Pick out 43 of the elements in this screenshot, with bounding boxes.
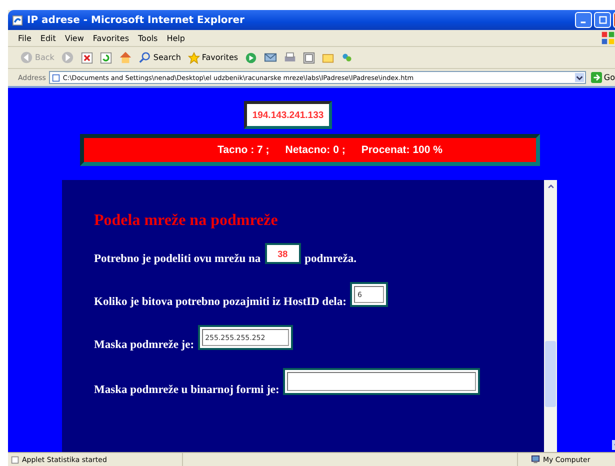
maximize-icon [598,16,606,24]
menu-item[interactable]: File [18,34,32,42]
score-text: Procenat: 100 % [361,144,442,156]
favorites-button[interactable]: Favorites [186,52,240,64]
question-text: Maska podmreže u binarnoj formi je: [94,384,280,397]
mail-button[interactable] [262,51,280,64]
refresh-button[interactable] [98,52,114,64]
window-title: IP adrese - Microsoft Internet Explorer [27,14,246,26]
edit-button[interactable] [301,52,318,64]
chevron-up-icon[interactable] [546,183,554,191]
score-text: Tacno : 7 ; [218,144,270,156]
windows-logo-icon [601,31,615,45]
computer-icon [531,455,540,464]
question-text: podmreža. [304,253,356,266]
scrollbar[interactable] [544,180,557,452]
question-text: Maska podmreže je: [94,339,194,352]
question-text: Potrebno je podeliti ovu mrežu na [94,253,261,266]
value-box: 38 [264,243,301,264]
section-heading: Podela mreže na podmreže [94,212,279,230]
minimize-button[interactable] [575,12,592,28]
menu-item[interactable]: View [64,34,84,42]
dropdown-icon[interactable] [574,73,584,82]
menu-item[interactable]: Favorites [92,34,130,42]
stop-button[interactable] [79,52,96,64]
menu-item[interactable]: Help [166,34,185,42]
folder-button[interactable] [320,52,336,64]
search-icon [139,52,152,64]
ip-address-box: 194.143.241.133 [244,101,332,129]
menu-item[interactable]: Edit [40,34,56,42]
go-button[interactable]: Go [588,72,615,83]
scrollbar-thumb[interactable] [545,341,556,407]
search-button[interactable]: Search [137,52,183,64]
question-text: Koliko je bitova potrebno pozajmiti iz HostID dela: [94,296,346,309]
answer-field[interactable] [287,372,476,391]
page-icon [11,456,19,464]
page-icon [52,74,60,82]
score-text: Netacno: 0 ; [285,144,346,156]
maximize-button[interactable] [594,12,611,28]
star-icon [188,52,200,64]
menu-item[interactable]: Tools [138,34,158,42]
arrow-left-icon [20,51,33,64]
arrow-right-icon [590,72,602,83]
page-icon [12,14,23,26]
